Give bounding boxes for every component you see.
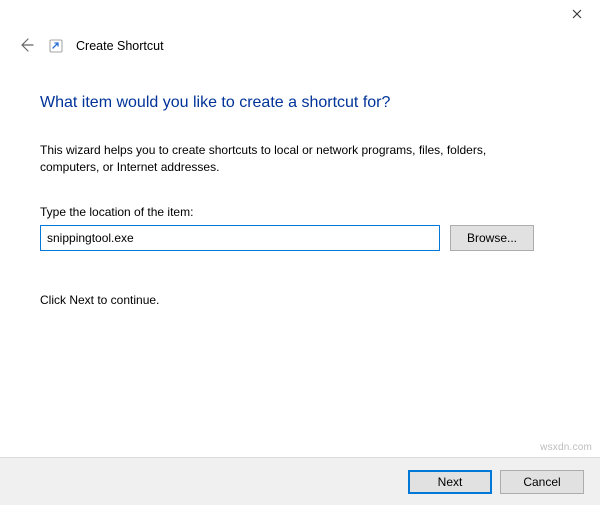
- back-button[interactable]: [16, 36, 36, 56]
- wizard-footer: Next Cancel: [0, 457, 600, 505]
- back-arrow-icon: [18, 37, 34, 56]
- watermark: wsxdn.com: [540, 442, 592, 453]
- browse-button[interactable]: Browse...: [450, 225, 534, 251]
- next-button[interactable]: Next: [408, 470, 492, 494]
- close-button[interactable]: [554, 0, 600, 28]
- titlebar: [0, 0, 600, 30]
- wizard-content: What item would you like to create a sho…: [0, 60, 600, 307]
- location-input[interactable]: [40, 225, 440, 251]
- create-shortcut-wizard: Create Shortcut What item would you like…: [0, 0, 600, 505]
- location-input-row: Browse...: [40, 225, 560, 251]
- shortcut-icon: [48, 38, 64, 54]
- close-icon: [572, 6, 582, 22]
- location-label: Type the location of the item:: [40, 205, 560, 219]
- wizard-header: Create Shortcut: [0, 30, 600, 60]
- wizard-title: Create Shortcut: [76, 39, 164, 53]
- page-heading: What item would you like to create a sho…: [40, 94, 560, 112]
- continue-hint: Click Next to continue.: [40, 293, 560, 307]
- cancel-button[interactable]: Cancel: [500, 470, 584, 494]
- page-description: This wizard helps you to create shortcut…: [40, 142, 530, 177]
